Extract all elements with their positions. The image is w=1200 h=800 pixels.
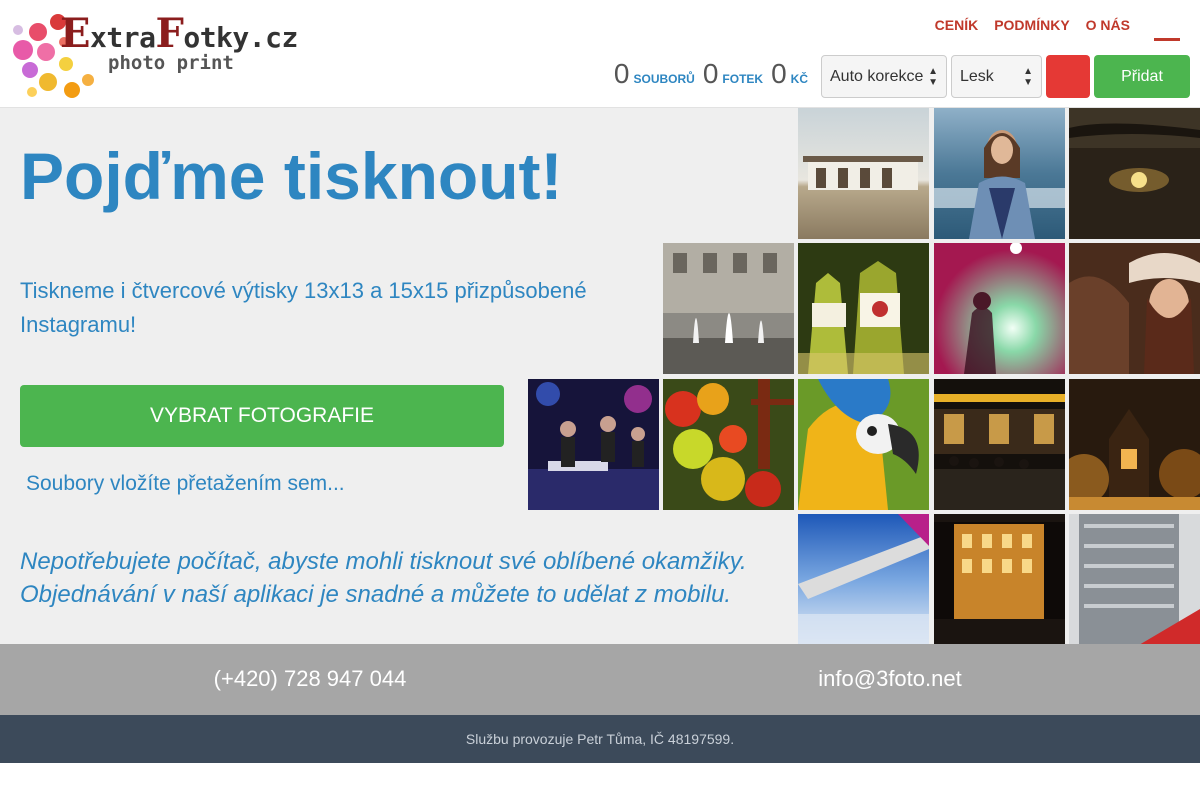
gallery-photo — [934, 243, 1065, 374]
nav-link-terms[interactable]: Podmínky — [994, 17, 1069, 33]
concert-light-photo-icon — [934, 243, 1065, 374]
night-garden-photo-icon — [1069, 379, 1200, 510]
gallery-photo — [663, 379, 794, 510]
header: ExtraFotky.cz photo print Ceník Podmínky… — [0, 0, 1200, 108]
fountain-photo-icon — [663, 243, 794, 374]
mobile-app-note: Nepotřebujete počítač, abyste mohli tisk… — [20, 548, 747, 608]
finish-select[interactable]: Lesk ▲ ▼ — [951, 55, 1042, 98]
choose-photos-button[interactable]: Vybrat fotografie — [20, 385, 504, 447]
correction-select[interactable]: Auto korekce ▲ ▼ — [821, 55, 947, 98]
top-nav: Ceník Podmínky O nás — [935, 17, 1130, 33]
gallery-photo — [663, 243, 794, 374]
red-action-button[interactable] — [1046, 55, 1090, 98]
building-photo-icon — [798, 108, 929, 239]
footer: Službu provozuje Petr Tůma, IČ 48197599. — [0, 715, 1200, 763]
phone-link[interactable]: (+420) 728 947 044 — [0, 666, 620, 692]
sunset-lake-photo-icon — [1069, 108, 1200, 239]
hero-section: Pojďme tisknout! Tiskneme i čtvercové vý… — [0, 108, 1200, 645]
woman-sea-photo-icon — [934, 108, 1065, 239]
plane-wing-photo-icon — [798, 514, 929, 645]
parrot-photo-icon — [798, 379, 929, 510]
logo-subtitle: photo print — [108, 52, 234, 74]
page-title: Pojďme tisknout! — [20, 139, 563, 213]
gallery-photo — [528, 379, 659, 510]
price-value: 0 — [771, 58, 787, 89]
chevron-down-icon: ▲ ▼ — [1023, 65, 1033, 88]
files-label: souborů — [633, 72, 695, 86]
price-label: Kč — [790, 72, 808, 86]
logo-title: ExtraFotky.cz — [60, 10, 298, 57]
gallery-photo — [1069, 514, 1200, 645]
flowers-photo-icon — [663, 379, 794, 510]
nav-link-pricing[interactable]: Ceník — [935, 17, 979, 33]
finish-select-value: Lesk — [960, 67, 994, 85]
correction-select-value: Auto korekce — [830, 67, 924, 85]
gallery-photo — [798, 108, 929, 239]
logo[interactable]: ExtraFotky.cz photo print — [10, 8, 310, 100]
operator-info: Službu provozuje Petr Tůma, IČ 48197599. — [465, 731, 735, 747]
photos-count: 0 — [702, 58, 719, 89]
gallery-photo — [798, 379, 929, 510]
gallery-photo — [1069, 379, 1200, 510]
nav-link-about[interactable]: O nás — [1086, 17, 1130, 33]
add-button[interactable]: Přidat — [1094, 55, 1190, 98]
night-station-photo-icon — [934, 379, 1065, 510]
band-stage-photo-icon — [528, 379, 659, 510]
gallery-photo — [798, 514, 929, 645]
gallery-photo — [934, 514, 1065, 645]
instagram-print-text: Tiskneme i čtvercové výtisky 13x13 a 15x… — [20, 278, 587, 337]
drop-zone-hint[interactable]: Soubory vložíte přetažením sem... — [26, 472, 345, 496]
night-hotel-photo-icon — [934, 514, 1065, 645]
email-link[interactable]: info@3foto.net — [580, 666, 1200, 692]
photos-label: fotek — [722, 72, 764, 86]
gallery-photo — [798, 243, 929, 374]
gallery-photo — [1069, 243, 1200, 374]
gallery-photo — [1069, 108, 1200, 239]
files-count: 0 — [613, 58, 630, 89]
cowgirl-horse-photo-icon — [1069, 243, 1200, 374]
contact-bar: (+420) 728 947 044 info@3foto.net — [0, 644, 1200, 715]
chevron-down-icon: ▲ ▼ — [928, 65, 938, 88]
gallery-photo — [934, 108, 1065, 239]
modern-building-photo-icon — [1069, 514, 1200, 645]
bottles-photo-icon — [798, 243, 929, 374]
order-counters: 0 souborů 0 fotek 0 Kč — [614, 58, 812, 90]
gallery-photo — [934, 379, 1065, 510]
menu-icon[interactable] — [1154, 38, 1180, 41]
